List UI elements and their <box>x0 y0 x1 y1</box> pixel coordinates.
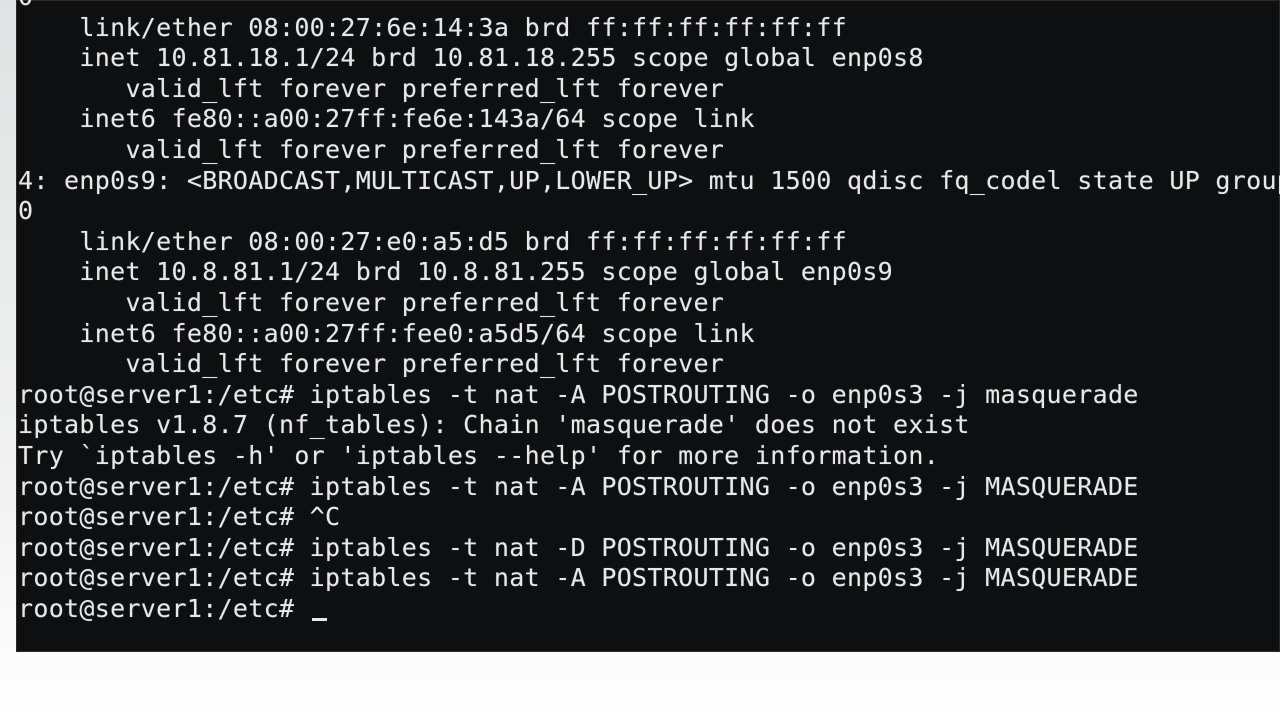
terminal-line: inet6 fe80::a00:27ff:fe6e:143a/64 scope … <box>18 104 755 134</box>
terminal-line: iptables v1.8.7 (nf_tables): Chain 'masq… <box>18 410 970 440</box>
terminal-line: Try `iptables -h' or 'iptables --help' f… <box>18 440 940 470</box>
terminal-line: root@server1:/etc# iptables -t nat -A PO… <box>18 471 1139 501</box>
terminal-line: root@server1:/etc# ^C <box>18 502 341 532</box>
terminal-line: valid_lft forever preferred_lft forever <box>18 287 725 317</box>
terminal-line: link/ether 08:00:27:6e:14:3a brd ff:ff:f… <box>18 12 847 42</box>
terminal-line: root@server1:/etc# iptables -t nat -D PO… <box>18 532 1139 562</box>
terminal-line: valid_lft forever preferred_lft forever <box>18 134 725 164</box>
terminal-line: 0 <box>18 0 1280 13</box>
terminal-screen[interactable]: 0 link/ether 08:00:27:6e:14:3a brd ff:ff… <box>16 0 1280 652</box>
terminal-line: valid_lft forever preferred_lft forever <box>18 73 725 103</box>
terminal-line: root@server1:/etc# iptables -t nat -A PO… <box>18 379 1139 409</box>
terminal-prompt: root@server1:/etc# <box>18 593 310 623</box>
terminal-line: 4: enp0s9: <BROADCAST,MULTICAST,UP,LOWER… <box>18 165 1280 195</box>
terminal-line: inet 10.8.81.1/24 brd 10.8.81.255 scope … <box>18 257 894 287</box>
terminal-line: valid_lft forever preferred_lft forever <box>18 349 725 379</box>
terminal-line: inet 10.81.18.1/24 brd 10.81.18.255 scop… <box>18 43 924 73</box>
terminal-line: inet6 fe80::a00:27ff:fee0:a5d5/64 scope … <box>18 318 755 348</box>
terminal-prompt-line[interactable]: root@server1:/etc# <box>18 594 1280 625</box>
terminal-line: link/ether 08:00:27:e0:a5:d5 brd ff:ff:f… <box>18 226 847 256</box>
terminal-output: 0 link/ether 08:00:27:6e:14:3a brd ff:ff… <box>18 0 1280 624</box>
terminal-line: 0 <box>18 196 34 226</box>
terminal-line: root@server1:/etc# iptables -t nat -A PO… <box>18 563 1139 593</box>
text-cursor <box>311 617 327 621</box>
